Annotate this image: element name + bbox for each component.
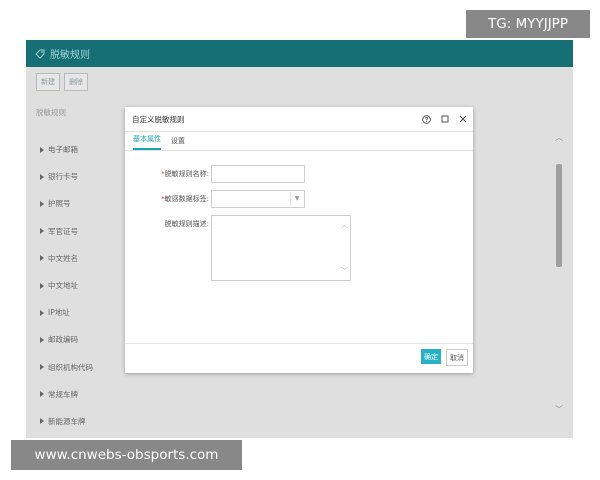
dialog-tabs: 基本属性 设置: [125, 132, 473, 151]
chevron-right-icon: [40, 309, 44, 316]
list-item-label: 常规车牌: [48, 389, 78, 399]
toolbar: 新建 删除: [26, 67, 573, 97]
tab-settings[interactable]: 设置: [171, 136, 185, 150]
list-item-label: IP地址: [48, 308, 70, 318]
rule-name-label: *脱敏规则名称:: [125, 165, 211, 179]
tab-basic-properties[interactable]: 基本属性: [133, 134, 161, 150]
dialog-controls: [422, 107, 467, 131]
rule-desc-label: 脱敏规则描述:: [164, 220, 209, 228]
scroll-up-icon[interactable]: ︿: [341, 220, 348, 230]
confirm-button[interactable]: 确定: [421, 349, 441, 364]
list-item[interactable]: 新能源车牌: [26, 408, 556, 435]
list-item-label: 银行卡号: [48, 172, 78, 182]
rule-name-label-text: 脱敏规则名称:: [164, 170, 209, 178]
list-item-label: 中文地址: [48, 281, 78, 291]
list-item-label: 军官证号: [48, 226, 78, 236]
sensitive-tag-select[interactable]: ▼: [211, 190, 305, 208]
watermark-bottom: www.cnwebs-obsports.com: [11, 440, 242, 470]
help-icon[interactable]: [422, 114, 431, 124]
sensitive-tag-row: *敏感数据标签: ▼: [125, 190, 305, 208]
list-item-label: 电子邮箱: [48, 145, 78, 155]
chevron-right-icon: [40, 418, 44, 425]
list-item-label: 新能源车牌: [48, 416, 86, 426]
cancel-button[interactable]: 取消: [446, 349, 468, 366]
list-item[interactable]: 常规车牌: [26, 381, 556, 408]
chevron-right-icon: [40, 364, 44, 371]
maximize-icon[interactable]: [441, 115, 449, 123]
tag-icon: [35, 49, 45, 59]
scrollbar-thumb[interactable]: [556, 164, 562, 267]
rule-name-input[interactable]: [211, 165, 305, 183]
chevron-down-icon[interactable]: ▼: [290, 192, 303, 206]
chevron-right-icon: [40, 173, 44, 180]
rule-desc-textarea[interactable]: ︿ ﹀: [211, 215, 351, 281]
list-item-label: 邮政编码: [48, 335, 78, 345]
chevron-right-icon: [40, 200, 44, 207]
chevron-right-icon: [40, 255, 44, 262]
rule-desc-row: 脱敏规则描述: ︿ ﹀: [125, 215, 351, 281]
chevron-right-icon: [40, 336, 44, 343]
sensitive-tag-label: *敏感数据标签:: [125, 190, 211, 204]
list-item-label: 中文姓名: [48, 253, 78, 263]
chevron-right-icon: [40, 282, 44, 289]
scroll-down-icon[interactable]: ﹀: [341, 266, 348, 276]
custom-rule-dialog: 自定义脱敏规则 基本属性 设置 *脱敏规则名称: *敏感数据标签: ▼ 脱敏规则…: [125, 107, 473, 373]
dialog-footer: 确定 取消: [125, 343, 473, 373]
dialog-title: 自定义脱敏规则: [132, 114, 185, 124]
dialog-header: 自定义脱敏规则: [125, 107, 473, 132]
app-titlebar: 脱敏规则: [26, 40, 573, 67]
chevron-right-icon: [40, 228, 44, 235]
close-icon[interactable]: [459, 115, 467, 123]
delete-button[interactable]: 删除: [64, 73, 88, 91]
rule-name-row: *脱敏规则名称:: [125, 165, 305, 183]
chevron-down-icon[interactable]: ﹀: [555, 406, 563, 414]
sensitive-tag-label-text: 敏感数据标签:: [164, 195, 209, 203]
new-button[interactable]: 新建: [36, 73, 60, 91]
watermark-top: TG: MYYJJPP: [466, 10, 590, 38]
chevron-right-icon: [40, 146, 44, 153]
list-item-label: 护照号: [48, 199, 71, 209]
list-item-label: 组织机构代码: [48, 362, 93, 372]
chevron-up-icon[interactable]: ︿: [555, 134, 563, 142]
chevron-right-icon: [40, 391, 44, 398]
list-scrollbar[interactable]: ︿ ﹀: [555, 132, 563, 422]
app-title: 脱敏规则: [50, 50, 90, 61]
